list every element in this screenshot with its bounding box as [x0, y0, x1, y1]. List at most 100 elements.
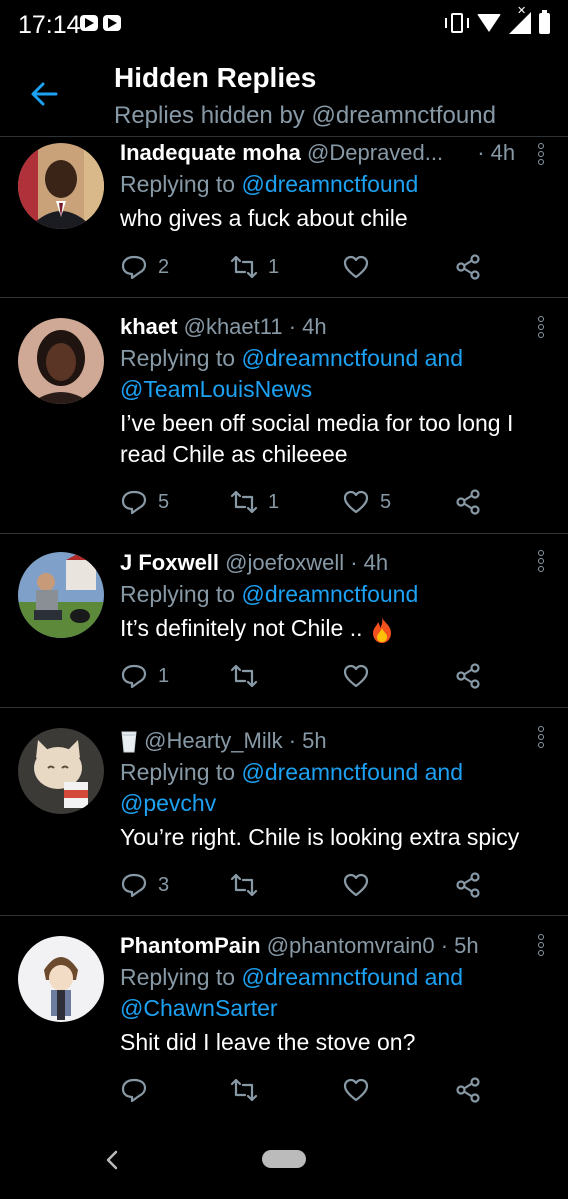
mention-link[interactable]: @ChawnSarter — [120, 995, 278, 1021]
mention-link[interactable]: @dreamnctfound — [241, 759, 418, 785]
mention-link[interactable]: @dreamnctfound — [241, 964, 418, 990]
mention-link[interactable]: @dreamnctfound — [241, 581, 418, 607]
mention-and: and — [424, 759, 464, 785]
retweet-button[interactable]: 1 — [230, 486, 279, 518]
avatar[interactable] — [18, 143, 104, 229]
author-handle[interactable]: @phantomvrain0 — [267, 933, 435, 958]
tweet-text: You’re right. Chile is looking extra spi… — [120, 824, 520, 850]
retweet-button[interactable] — [230, 660, 268, 692]
replying-to: Replying to @dreamnctfound and @TeamLoui… — [120, 343, 524, 405]
more-vertical-icon[interactable] — [538, 934, 546, 962]
reply-button[interactable]: 1 — [120, 660, 169, 692]
avatar[interactable] — [18, 936, 104, 1022]
more-vertical-icon[interactable] — [538, 726, 546, 754]
more-vertical-icon[interactable] — [538, 550, 546, 578]
tweet-actions — [120, 1074, 500, 1106]
tweet-body: khaet @khaet11 · 4h Replying to @dreamnc… — [120, 311, 524, 470]
avatar[interactable] — [18, 318, 104, 404]
tweet[interactable]: @Hearty_Milk · 5h Replying to @dreamnctf… — [0, 708, 568, 916]
author-handle[interactable]: @joefoxwell — [225, 550, 344, 575]
author-name[interactable]: PhantomPain — [120, 933, 261, 958]
tweet-actions: 3 — [120, 869, 500, 901]
tweet[interactable]: khaet @khaet11 · 4h Replying to @dreamnc… — [0, 298, 568, 534]
reply-icon — [121, 1078, 147, 1103]
status-icons: ✕ — [445, 5, 550, 36]
replying-to: Replying to @dreamnctfound — [120, 579, 524, 610]
tweet[interactable]: Inadequate moha @Depraved... · 4h Replyi… — [0, 137, 568, 298]
tweet-body: J Foxwell @joefoxwell · 4h Replying to @… — [120, 547, 524, 644]
share-button[interactable] — [454, 660, 482, 692]
tweet-actions: 2 1 — [120, 251, 500, 283]
tweet-text-content: It’s definitely not Chile .. — [120, 615, 363, 641]
share-icon — [456, 489, 480, 515]
share-button[interactable] — [454, 251, 482, 283]
avatar[interactable] — [18, 552, 104, 638]
reply-button[interactable] — [120, 1074, 158, 1106]
author-handle[interactable]: @khaet11 — [184, 314, 283, 339]
mention-and: and — [424, 345, 464, 371]
reply-icon — [121, 664, 147, 689]
arrow-left-icon[interactable] — [26, 76, 62, 112]
like-count: 5 — [380, 490, 392, 513]
replying-prefix: Replying to — [120, 345, 236, 371]
replying-prefix: Replying to — [120, 759, 236, 785]
replying-to: Replying to @dreamnctfound and @ChawnSar… — [120, 962, 524, 1024]
tweet-time: · 5h — [440, 933, 479, 958]
replying-prefix: Replying to — [120, 581, 236, 607]
page-title: Hidden Replies — [114, 62, 317, 93]
battery-icon — [539, 9, 550, 34]
tweet-meta: khaet @khaet11 · 4h — [120, 311, 524, 343]
retweet-count: 1 — [268, 255, 280, 278]
like-button[interactable] — [342, 869, 380, 901]
tweet-body: Inadequate moha @Depraved... · 4h Replyi… — [120, 137, 524, 234]
fire-emoji-icon — [372, 616, 391, 643]
system-back-icon[interactable] — [100, 1147, 124, 1173]
author-handle[interactable]: @Depraved... — [307, 140, 443, 165]
share-button[interactable] — [454, 486, 482, 518]
tweet-actions: 5 1 5 — [120, 486, 500, 518]
system-nav-bar — [0, 1121, 568, 1199]
status-bar: 17:14 ✕ — [0, 0, 568, 50]
tweet-text: who gives a fuck about chile — [120, 205, 408, 231]
author-handle[interactable]: @Hearty_Milk — [144, 728, 282, 753]
tweet[interactable]: J Foxwell @joefoxwell · 4h Replying to @… — [0, 534, 568, 708]
tweet-time: · 4h — [350, 550, 389, 575]
like-button[interactable] — [342, 660, 380, 692]
replying-to: Replying to @dreamnctfound and @pevchv — [120, 757, 524, 819]
tweet-meta: J Foxwell @joefoxwell · 4h — [120, 547, 524, 579]
more-vertical-icon[interactable] — [538, 316, 546, 344]
tweet[interactable]: PhantomPain @phantomvrain0 · 5h Replying… — [0, 916, 568, 1121]
like-button[interactable] — [342, 1074, 380, 1106]
author-name[interactable]: khaet — [120, 314, 177, 339]
share-button[interactable] — [454, 1074, 482, 1106]
reply-count: 2 — [158, 255, 170, 278]
author-name[interactable]: Inadequate moha — [120, 140, 301, 165]
reply-button[interactable]: 3 — [120, 869, 169, 901]
reply-count: 5 — [158, 490, 170, 513]
replying-prefix: Replying to — [120, 171, 236, 197]
replying-prefix: Replying to — [120, 964, 236, 990]
more-vertical-icon[interactable] — [538, 143, 546, 171]
mention-link[interactable]: @dreamnctfound — [241, 171, 418, 197]
like-button[interactable] — [342, 251, 380, 283]
retweet-icon — [230, 873, 258, 897]
mention-link[interactable]: @dreamnctfound — [241, 345, 418, 371]
retweet-button[interactable] — [230, 869, 268, 901]
retweet-button[interactable]: 1 — [230, 251, 279, 283]
home-pill[interactable] — [262, 1150, 306, 1168]
retweet-button[interactable] — [230, 1074, 268, 1106]
share-button[interactable] — [454, 869, 482, 901]
avatar[interactable] — [18, 728, 104, 814]
retweet-icon — [230, 255, 258, 279]
author-name[interactable]: J Foxwell — [120, 550, 219, 575]
tweet-time: · 4h — [477, 140, 516, 165]
reply-button[interactable]: 2 — [120, 251, 169, 283]
status-time: 17:14 — [18, 11, 81, 39]
tweet-time: · 4h — [288, 314, 327, 339]
reply-button[interactable]: 5 — [120, 486, 169, 518]
mention-link[interactable]: @TeamLouisNews — [120, 376, 312, 402]
like-button[interactable]: 5 — [342, 486, 391, 518]
heart-icon — [343, 255, 369, 279]
mention-link[interactable]: @pevchv — [120, 790, 216, 816]
heart-icon — [343, 873, 369, 897]
